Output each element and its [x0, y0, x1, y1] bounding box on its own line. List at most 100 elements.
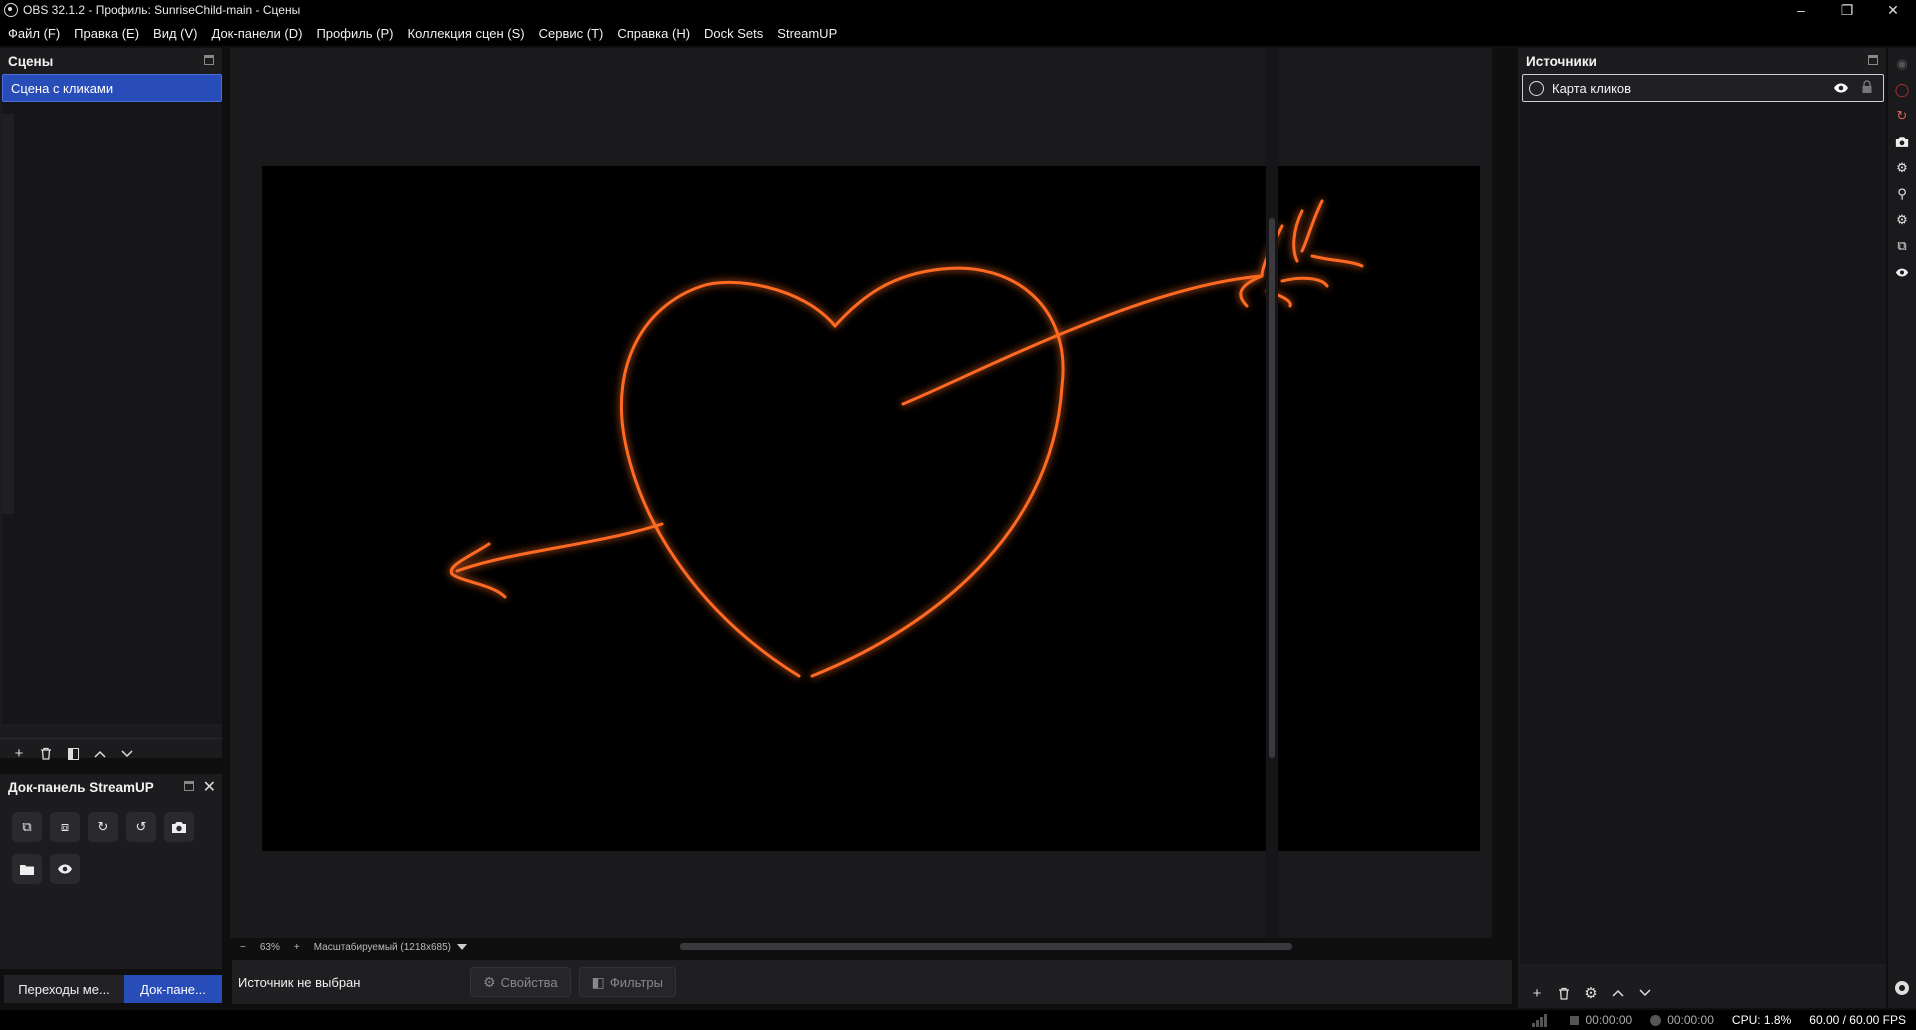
sources-unlock-icon[interactable]: ⧈	[50, 812, 80, 842]
lock-icon[interactable]	[1861, 80, 1873, 94]
status-bar: 00:00:00 00:00:00 CPU: 1.8% 60.00 / 60.0…	[0, 1010, 1916, 1030]
menu-view[interactable]: Вид (V)	[153, 26, 197, 41]
scene-item-selected[interactable]: Сцена с кликами	[2, 74, 222, 102]
tab-scene-transitions[interactable]: Переходы ме...	[4, 975, 124, 1003]
preview-canvas[interactable]	[262, 166, 1480, 851]
undock-icon[interactable]	[184, 781, 194, 791]
source-item-label: Карта кликов	[1552, 80, 1632, 96]
network-indicator	[1532, 1013, 1552, 1027]
refresh-sources-icon[interactable]: ↻	[88, 812, 118, 842]
source-item[interactable]: Карта кликов	[1522, 74, 1884, 102]
heart-arrow-drawing	[449, 199, 1364, 678]
refresh-audio-icon[interactable]: ↺	[126, 812, 156, 842]
settings-icon[interactable]: ⚙	[1892, 210, 1912, 230]
properties-button[interactable]: ⚙ Свойства	[470, 967, 571, 997]
filters-button[interactable]: ◧ Фильтры	[578, 967, 676, 997]
visibility-icon[interactable]	[1892, 262, 1912, 282]
signal-bars-icon	[1532, 1013, 1548, 1027]
chevron-up-icon	[94, 750, 106, 758]
visibility-toggle-icon[interactable]	[1833, 80, 1849, 96]
filter-icon	[67, 747, 79, 760]
window-controls: – ❐ ✕	[1778, 0, 1916, 20]
obs-logo-icon[interactable]	[1892, 978, 1912, 998]
move-scene-down-button[interactable]	[116, 743, 138, 765]
zoom-in-button[interactable]: +	[294, 942, 300, 953]
scene-toolbar: +	[0, 738, 222, 768]
folder-icon[interactable]	[12, 854, 42, 884]
close-window-button[interactable]: ✕	[1870, 0, 1916, 20]
visibility-icon[interactable]	[50, 854, 80, 884]
preview-vertical-scrollbar[interactable]	[1266, 48, 1278, 938]
stream-time: 00:00:00	[1585, 1013, 1633, 1027]
arrow-shaft-upper	[901, 274, 1264, 406]
record-status: 00:00:00	[1650, 1013, 1714, 1027]
cpu-usage: CPU: 1.8%	[1731, 1013, 1792, 1027]
menu-file[interactable]: Файл (F)	[8, 26, 60, 41]
trash-icon	[41, 747, 51, 760]
gear-icon: ⚙	[483, 973, 496, 990]
scenes-dock-header: Сцены	[0, 48, 222, 74]
source-list: Карта кликов	[1520, 74, 1886, 964]
dock-tabs: Переходы ме... Док-пане...	[4, 975, 222, 1003]
add-source-button[interactable]: +	[1526, 982, 1548, 1004]
zoom-out-button[interactable]: −	[240, 942, 246, 953]
menu-edit[interactable]: Правка (E)	[74, 26, 139, 41]
stream-status: 00:00:00	[1570, 1013, 1632, 1027]
preview-vertical-scroll-thumb[interactable]	[1269, 218, 1275, 758]
streamup-buttons: ⧉ ⧈ ↻ ↺	[0, 800, 222, 900]
undock-icon[interactable]	[1868, 55, 1878, 65]
close-icon[interactable]: ✕	[203, 777, 216, 797]
sources-title: Источники	[1526, 53, 1597, 69]
menu-dock-sets[interactable]: Dock Sets	[704, 26, 763, 41]
properties-label: Свойства	[500, 974, 558, 990]
streamup-title: Док-панель StreamUP	[8, 779, 154, 795]
zoom-level: 63%	[259, 941, 280, 953]
eye-small-icon[interactable]: ◉	[1892, 54, 1912, 74]
trash-icon	[1559, 987, 1569, 1000]
move-source-down-button[interactable]	[1634, 982, 1656, 1004]
menu-docks[interactable]: Док-панели (D)	[212, 26, 303, 41]
replay-icon[interactable]: ↻	[1892, 106, 1912, 126]
scene-filters-button[interactable]	[62, 743, 84, 765]
scene-item-label: Сцена с кликами	[11, 80, 114, 96]
scenes-dock: Сцены Сцена с кликами +	[0, 48, 222, 762]
sources-lock-icon[interactable]: ⧉	[12, 812, 42, 842]
heart-stroke	[619, 266, 1065, 678]
chevron-down-icon[interactable]	[457, 944, 467, 950]
arrow-shaft-lower	[455, 522, 664, 573]
scale-mode-select[interactable]: Масштабируемый (1218x685)	[314, 942, 451, 953]
streamup-dock-header: Док-панель StreamUP ✕	[0, 774, 222, 800]
record-icon[interactable]: ◯	[1892, 80, 1912, 100]
menu-help[interactable]: Справка (H)	[617, 26, 690, 41]
move-scene-up-button[interactable]	[89, 743, 111, 765]
arrow-fletching	[1239, 199, 1364, 308]
title-bar: OBS 32.1.2 - Профиль: SunriseChild-main …	[0, 0, 1916, 20]
menu-profile[interactable]: Профиль (P)	[316, 26, 393, 41]
chevron-up-icon	[1612, 989, 1624, 997]
preview-horizontal-scrollbar[interactable]	[680, 943, 1292, 950]
menu-streamup[interactable]: StreamUP	[777, 26, 837, 41]
source-properties-button[interactable]: ⚙	[1580, 982, 1602, 1004]
move-source-up-button[interactable]	[1607, 982, 1629, 1004]
minimize-button[interactable]: –	[1778, 0, 1824, 20]
chevron-down-icon	[1639, 989, 1651, 997]
screenshot-icon[interactable]	[164, 812, 194, 842]
tab-streamup-dock[interactable]: Док-пане...	[124, 975, 222, 1003]
no-source-label: Источник не выбран	[238, 974, 361, 990]
streamup-dock: Док-панель StreamUP ✕ ⧉ ⧈ ↻ ↺	[0, 774, 222, 969]
menu-bar: Файл (F) Правка (E) Вид (V) Док-панели (…	[0, 20, 1916, 46]
virtual-camera-icon[interactable]: ⚲	[1892, 184, 1912, 204]
undock-icon[interactable]	[204, 55, 214, 65]
remove-scene-button[interactable]	[35, 743, 57, 765]
screenshot-icon[interactable]	[1892, 132, 1912, 152]
remove-source-button[interactable]	[1553, 982, 1575, 1004]
menu-scene-collection[interactable]: Коллекция сцен (S)	[408, 26, 525, 41]
menu-tools[interactable]: Сервис (T)	[539, 26, 604, 41]
filters-label: Фильтры	[609, 974, 663, 990]
maximize-button[interactable]: ❐	[1824, 0, 1870, 20]
sources-copy-icon[interactable]: ⧉	[1892, 236, 1912, 256]
scene-list: Сцена с кликами	[2, 74, 222, 724]
plugin-icon[interactable]: ⚙	[1892, 158, 1912, 178]
record-dot-icon	[1650, 1014, 1662, 1026]
add-scene-button[interactable]: +	[8, 743, 30, 765]
